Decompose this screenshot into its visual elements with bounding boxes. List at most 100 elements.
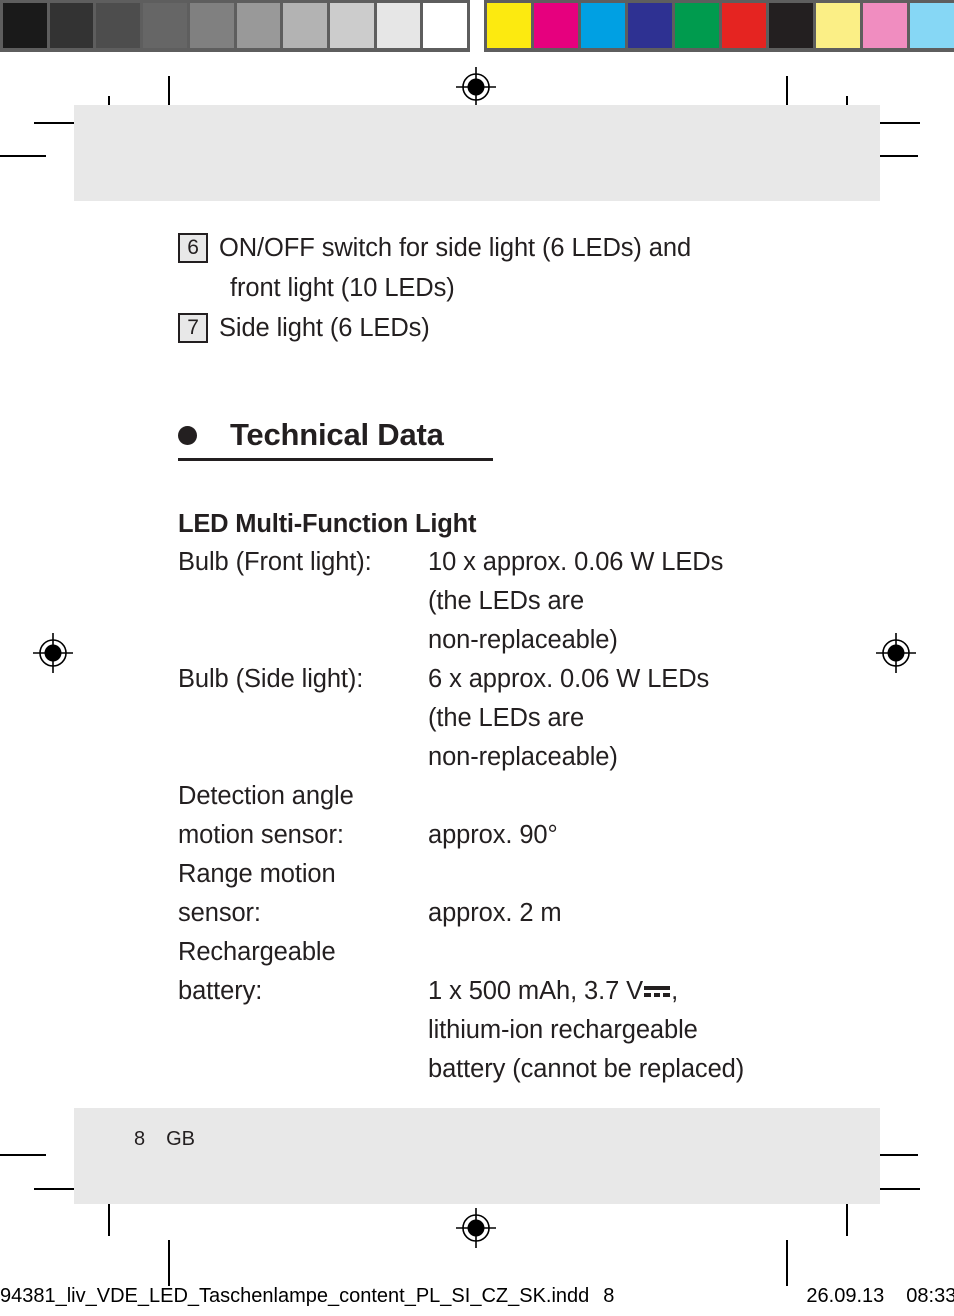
- legend-number-badge: 6: [178, 233, 208, 263]
- gray-swatch-3: [143, 3, 187, 48]
- spec-value: non-replaceable): [428, 626, 618, 654]
- gray-swatch-2: [96, 3, 141, 48]
- color-swatch-3: [628, 3, 672, 48]
- spec-value: (the LEDs are: [428, 704, 585, 732]
- color-swatch-5: [722, 3, 766, 48]
- spec-row-continuation: lithium-ion rechargeable: [178, 1011, 878, 1050]
- color-swatch-8: [863, 3, 907, 48]
- color-swatch-1: [534, 3, 578, 48]
- color-swatch-6: [769, 3, 813, 48]
- crop-mark-top-left-bleed-h: [0, 155, 46, 157]
- color-swatch-0: [487, 3, 531, 48]
- crop-mark-bottom-right-h: [874, 1188, 920, 1190]
- spec-value-empty: [428, 933, 878, 972]
- legend-number-badge: 7: [178, 313, 208, 343]
- spec-row: Detection angle: [178, 777, 878, 816]
- parts-legend-list: 6 ON/OFF switch for side light (6 LEDs) …: [178, 228, 878, 348]
- print-proof-page: 6 ON/OFF switch for side light (6 LEDs) …: [0, 0, 954, 1316]
- crop-mark-bottom-left-bleed-v: [168, 1240, 170, 1286]
- spec-row: motion sensor: approx. 90°: [178, 816, 878, 855]
- legend-item-6: 6 ON/OFF switch for side light (6 LEDs) …: [178, 228, 878, 268]
- spec-label: battery:: [178, 977, 263, 1005]
- gray-swatch-6: [283, 3, 327, 48]
- gray-swatch-9: [423, 3, 468, 48]
- legend-item-text: Side light (6 LEDs): [219, 314, 430, 342]
- spec-value: 6 x approx. 0.06 W LEDs: [428, 665, 710, 693]
- spec-label-empty: [178, 699, 428, 738]
- color-swatch-9: [910, 3, 954, 48]
- spec-value: battery (cannot be replaced): [428, 1055, 745, 1083]
- spec-label-empty: [178, 621, 428, 660]
- spec-value-empty: [428, 777, 878, 816]
- spec-value: non-replaceable): [428, 743, 618, 771]
- registration-mark-right: [876, 633, 916, 673]
- spec-row-continuation: non-replaceable): [178, 621, 878, 660]
- spec-label: Rechargeable: [178, 938, 336, 966]
- section-heading: Technical Data: [178, 416, 493, 461]
- gray-swatch-8: [376, 3, 421, 48]
- page-header-band: [74, 105, 880, 201]
- slug-date: 26.09.13: [806, 1285, 885, 1307]
- spec-label-empty: [178, 1011, 428, 1050]
- spec-row: Bulb (Side light): 6 x approx. 0.06 W LE…: [178, 660, 878, 699]
- spec-row-continuation: battery (cannot be replaced): [178, 1050, 878, 1089]
- grayscale-calibration-bar: [0, 0, 470, 52]
- spec-label: Detection angle: [178, 782, 354, 810]
- crop-mark-bottom-right-bleed-v: [786, 1240, 788, 1286]
- spec-row-continuation: (the LEDs are: [178, 699, 878, 738]
- page-footer: 8 GB: [134, 1126, 195, 1152]
- dc-current-icon: [644, 985, 671, 998]
- spec-row-continuation: non-replaceable): [178, 738, 878, 777]
- spec-value: approx. 2 m: [428, 899, 562, 927]
- spec-label-empty: [178, 738, 428, 777]
- spec-label: sensor:: [178, 899, 261, 927]
- spec-label: Bulb (Front light):: [178, 548, 372, 576]
- page-footer-band: [74, 1108, 880, 1204]
- color-swatch-4: [675, 3, 719, 48]
- crop-mark-bottom-left-bleed-h: [0, 1154, 46, 1156]
- page-number: 8: [134, 1128, 146, 1150]
- registration-mark-top-center: [456, 67, 496, 107]
- spec-label: motion sensor:: [178, 821, 344, 849]
- page-title: Technical Data: [230, 417, 444, 452]
- legend-item-6-continuation: front light (10 LEDs): [230, 274, 455, 302]
- spec-row: Rechargeable: [178, 933, 878, 972]
- spec-row-continuation: (the LEDs are: [178, 582, 878, 621]
- print-slug-line: 94381_liv_VDE_LED_Taschenlampe_content_P…: [0, 1282, 954, 1310]
- spec-value-empty: [428, 855, 878, 894]
- spec-label-empty: [178, 1050, 428, 1089]
- spec-label: Bulb (Side light):: [178, 665, 364, 693]
- registration-mark-left: [33, 633, 73, 673]
- gray-swatch-5: [236, 3, 281, 48]
- gray-swatch-4: [189, 3, 234, 48]
- spec-value: 10 x approx. 0.06 W LEDs: [428, 548, 724, 576]
- spec-row: sensor: approx. 2 m: [178, 894, 878, 933]
- color-swatch-7: [816, 3, 860, 48]
- battery-rating-suffix: ,: [671, 977, 679, 1005]
- page-content: 6 ON/OFF switch for side light (6 LEDs) …: [178, 228, 878, 1089]
- color-swatch-2: [581, 3, 625, 48]
- spec-value: approx. 90°: [428, 821, 558, 849]
- language-code: GB: [166, 1128, 196, 1150]
- slug-page-number: 8: [603, 1285, 615, 1307]
- spec-table: Bulb (Front light): 10 x approx. 0.06 W …: [178, 543, 878, 1089]
- spec-label-empty: [178, 582, 428, 621]
- crop-mark-top-right-h: [874, 122, 920, 124]
- legend-item-text: ON/OFF switch for side light (6 LEDs) an…: [219, 234, 692, 262]
- spec-table-title: LED Multi-Function Light: [178, 510, 477, 538]
- spec-row: Bulb (Front light): 10 x approx. 0.06 W …: [178, 543, 878, 582]
- spec-row: battery: 1 x 500 mAh, 3.7 V,: [178, 972, 878, 1011]
- spec-value: (the LEDs are: [428, 587, 585, 615]
- spec-value: lithium-ion rechargeable: [428, 1016, 698, 1044]
- spec-label: Range motion: [178, 860, 336, 888]
- gray-swatch-0: [3, 3, 47, 48]
- legend-item-7: 7 Side light (6 LEDs): [178, 308, 878, 348]
- spec-value-battery: 1 x 500 mAh, 3.7 V,: [428, 972, 878, 1011]
- slug-filename: 94381_liv_VDE_LED_Taschenlampe_content_P…: [0, 1285, 590, 1307]
- spec-row: Range motion: [178, 855, 878, 894]
- battery-rating-text: 1 x 500 mAh, 3.7 V: [428, 977, 644, 1005]
- color-calibration-bar: [484, 0, 954, 52]
- registration-mark-bottom-center: [456, 1208, 496, 1248]
- slug-time: 08:33: [906, 1285, 954, 1307]
- gray-swatch-7: [329, 3, 374, 48]
